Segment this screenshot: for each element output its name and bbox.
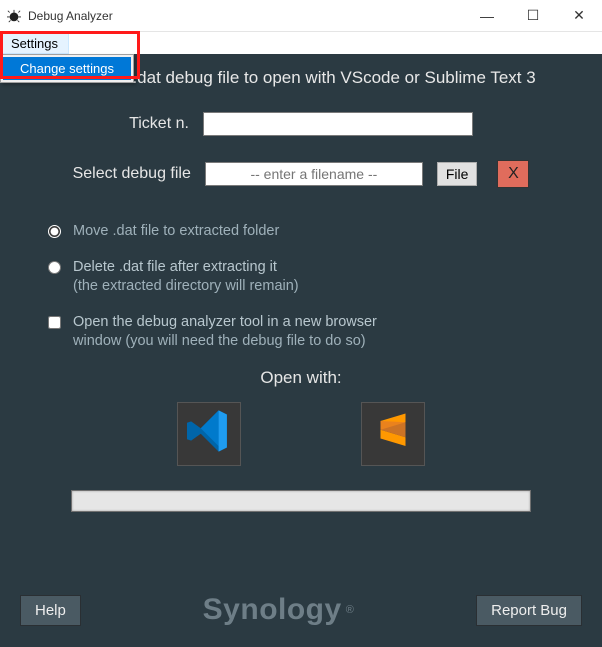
help-button[interactable]: Help bbox=[20, 595, 81, 626]
editor-row bbox=[20, 402, 582, 466]
vscode-icon bbox=[187, 409, 231, 458]
window-title: Debug Analyzer bbox=[28, 9, 113, 23]
ticket-label: Ticket n. bbox=[129, 115, 189, 133]
option-delete-dat[interactable]: Delete .dat file after extracting it (th… bbox=[48, 258, 582, 297]
options-group: Move .dat file to extracted folder Delet… bbox=[48, 222, 582, 352]
title-bar: Debug Analyzer — ☐ ✕ bbox=[0, 0, 602, 32]
option-open-browser[interactable]: Open the debug analyzer tool in a new br… bbox=[48, 313, 582, 352]
open-with-vscode-button[interactable] bbox=[177, 402, 241, 466]
footer: Help Synology® Report Bug bbox=[20, 593, 582, 627]
checkbox-open-browser[interactable] bbox=[48, 316, 61, 329]
maximize-button[interactable]: ☐ bbox=[510, 0, 556, 32]
client-area: Select a .dat debug file to open with VS… bbox=[0, 54, 602, 647]
menu-change-settings[interactable]: Change settings bbox=[3, 57, 131, 80]
minimize-button[interactable]: — bbox=[464, 0, 510, 32]
close-window-button[interactable]: ✕ bbox=[556, 0, 602, 32]
open-with-sublime-button[interactable] bbox=[361, 402, 425, 466]
ticket-input[interactable] bbox=[203, 112, 473, 136]
filename-input[interactable] bbox=[205, 162, 423, 186]
option-open-browser-label: Open the debug analyzer tool in a new br… bbox=[73, 313, 377, 352]
select-file-label: Select debug file bbox=[73, 165, 191, 183]
clear-button[interactable]: X bbox=[497, 160, 529, 188]
report-bug-button[interactable]: Report Bug bbox=[476, 595, 582, 626]
option-move-dat-label: Move .dat file to extracted folder bbox=[73, 222, 279, 242]
progress-bar bbox=[71, 490, 531, 512]
menu-settings[interactable]: Settings bbox=[0, 32, 69, 54]
option-delete-dat-label: Delete .dat file after extracting it (th… bbox=[73, 258, 299, 297]
ticket-row: Ticket n. bbox=[20, 112, 582, 136]
open-with-label: Open with: bbox=[20, 368, 582, 388]
file-row: Select debug file File X bbox=[20, 160, 582, 188]
app-icon bbox=[6, 8, 22, 24]
file-browse-button[interactable]: File bbox=[437, 162, 478, 186]
radio-move-dat[interactable] bbox=[48, 225, 61, 238]
menu-bar: Settings Change settings bbox=[0, 32, 602, 54]
settings-dropdown: Change settings bbox=[0, 54, 134, 83]
option-move-dat[interactable]: Move .dat file to extracted folder bbox=[48, 222, 582, 242]
radio-delete-dat[interactable] bbox=[48, 261, 61, 274]
sublime-icon bbox=[373, 411, 413, 456]
brand-logo: Synology® bbox=[203, 593, 355, 627]
